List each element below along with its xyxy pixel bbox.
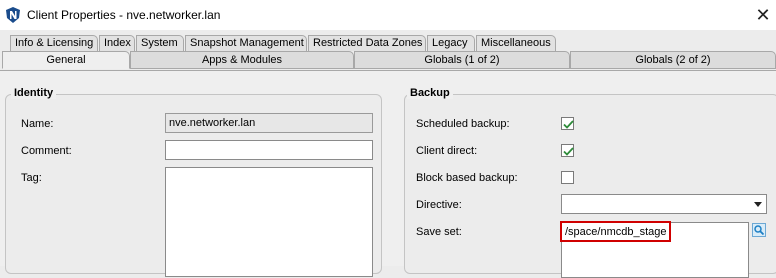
save-set-label: Save set: [416,226,462,238]
scheduled-backup-label: Scheduled backup: [416,118,510,130]
tab-label: Apps & Modules [201,54,283,66]
tag-field[interactable] [165,167,373,277]
scheduled-backup-checkbox[interactable] [561,117,574,130]
tab-apps-modules[interactable]: Apps & Modules [130,51,354,69]
identity-group-title: Identity [11,87,57,99]
tab-label: Globals (1 of 2) [424,54,500,66]
tab-strip: Info & Licensing Index System Snapshot M… [0,30,776,70]
tab-miscellaneous[interactable]: Miscellaneous [476,35,556,51]
tab-index[interactable]: Index [99,35,135,51]
tab-label: Legacy [432,37,468,49]
tab-label: Index [104,37,131,49]
tab-label: Restricted Data Zones [313,37,423,49]
tab-info-licensing[interactable]: Info & Licensing [10,35,98,51]
tab-label: General [46,54,86,66]
tab-globals-1[interactable]: Globals (1 of 2) [354,51,570,69]
client-direct-checkbox[interactable] [561,144,574,157]
comment-field[interactable] [165,140,373,160]
chevron-down-icon [754,202,762,207]
search-icon[interactable] [752,223,766,237]
directive-label: Directive: [416,199,462,211]
client-direct-label: Client direct: [416,145,478,157]
window-title: Client Properties - nve.networker.lan [27,8,221,22]
general-panel: Identity Name: nve.networker.lan Comment… [0,70,776,278]
comment-label: Comment: [21,145,72,157]
save-set-value: /space/nmcdb_stage [565,226,667,238]
save-set-highlight: /space/nmcdb_stage [560,221,671,242]
directive-select[interactable] [561,194,767,214]
close-icon[interactable]: ✕ [752,4,774,26]
name-value: nve.networker.lan [169,117,256,129]
tag-label: Tag: [21,172,42,184]
tab-restricted-data-zones[interactable]: Restricted Data Zones [308,35,426,51]
networker-shield-icon [6,7,20,23]
block-based-backup-label: Block based backup: [416,172,518,184]
backup-group-title: Backup [407,87,453,99]
name-field: nve.networker.lan [165,113,373,133]
tab-label: Globals (2 of 2) [635,54,711,66]
title-bar: Client Properties - nve.networker.lan ✕ [0,0,776,30]
tab-row-lower: General Apps & Modules Globals (1 of 2) … [0,51,776,70]
tab-system[interactable]: System [136,35,184,51]
check-icon [563,120,574,129]
tab-legacy[interactable]: Legacy [427,35,475,51]
magnifier-glyph [754,225,765,236]
tab-general[interactable]: General [2,51,130,69]
tab-label: System [141,37,178,49]
block-based-backup-checkbox[interactable] [561,171,574,184]
tab-label: Snapshot Management [190,37,304,49]
tab-globals-2[interactable]: Globals (2 of 2) [570,51,776,69]
name-label: Name: [21,118,54,130]
tab-label: Info & Licensing [15,37,94,49]
tab-snapshot-management[interactable]: Snapshot Management [185,35,307,51]
check-icon [563,147,574,156]
tab-label: Miscellaneous [481,37,551,49]
